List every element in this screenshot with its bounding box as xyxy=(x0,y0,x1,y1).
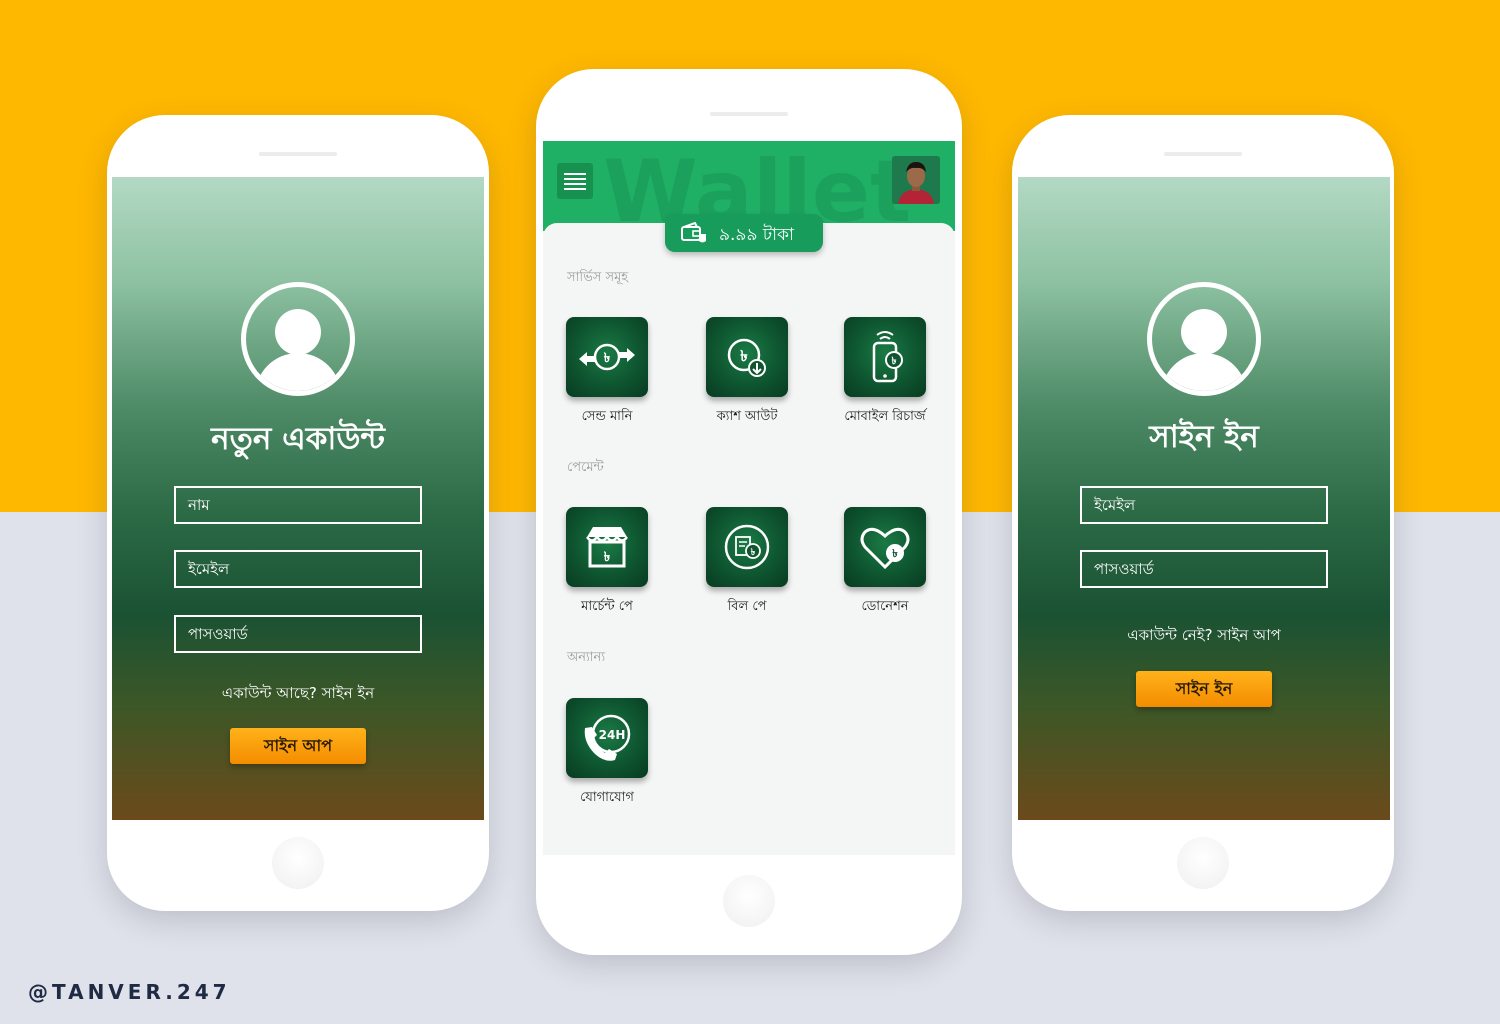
page-title: সাইন ইন xyxy=(1149,419,1259,455)
avatar-icon xyxy=(241,282,355,396)
service-label: ক্যাশ আউট xyxy=(716,409,778,424)
email-field[interactable]: ইমেইল xyxy=(174,550,422,588)
svg-text:৳: ৳ xyxy=(892,547,898,560)
signin-button[interactable]: সাইন ইন xyxy=(1136,671,1272,707)
section-label-payment: পেমেন্ট xyxy=(567,460,604,475)
phone-speaker xyxy=(710,112,788,116)
dashboard-screen: Wallet ৯.৯৯ টাকা সার্ভিস সমূহ ৳ সেন্ড মা… xyxy=(543,141,955,855)
signin-phone: সাইন ইন ইমেইল পাসওয়ার্ড একাউন্ট নেই? সা… xyxy=(1012,115,1394,911)
svg-text:৳: ৳ xyxy=(740,347,748,365)
signup-button[interactable]: সাইন আপ xyxy=(230,728,366,764)
phone-speaker xyxy=(259,152,337,156)
wallet-icon xyxy=(681,222,706,243)
signin-screen: সাইন ইন ইমেইল পাসওয়ার্ড একাউন্ট নেই? সা… xyxy=(1018,177,1390,820)
signin-link[interactable]: একাউন্ট আছে? সাইন ইন xyxy=(112,682,484,707)
balance-amount: ৯.৯৯ টাকা xyxy=(719,225,794,245)
svg-text:৳: ৳ xyxy=(751,548,756,558)
dashboard-phone: Wallet ৯.৯৯ টাকা সার্ভিস সমূহ ৳ সেন্ড মা… xyxy=(536,69,962,955)
service-label: মোবাইল রিচার্জ xyxy=(844,409,926,424)
service-label: সেন্ড মানি xyxy=(581,409,633,424)
svg-text:৳: ৳ xyxy=(892,356,897,367)
watermark: @TANVER.247 xyxy=(28,980,231,1004)
support-24h-badge: 24H xyxy=(599,728,626,742)
support-24h-icon: 24H xyxy=(584,714,631,761)
svg-text:৳: ৳ xyxy=(604,550,611,565)
bill-pay-icon: ৳ xyxy=(724,524,770,570)
service-label: বিল পে xyxy=(727,599,767,614)
donation-icon: ৳ xyxy=(860,527,910,570)
profile-avatar[interactable] xyxy=(892,156,940,204)
service-label: যোগাযোগ xyxy=(580,790,634,805)
page-title: নতুন একাউন্ট xyxy=(211,421,385,457)
merchant-pay-icon: ৳ xyxy=(585,527,629,568)
mobile-recharge-icon: ৳ xyxy=(872,331,903,383)
section-label-others: অন্যান্য xyxy=(567,650,606,665)
password-field[interactable]: পাসওয়ার্ড xyxy=(174,615,422,653)
cash-out-icon: ৳ xyxy=(727,338,766,377)
signup-link[interactable]: একাউন্ট নেই? সাইন আপ xyxy=(1018,624,1390,649)
signup-screen: নতুন একাউন্ট নাম ইমেইল পাসওয়ার্ড একাউন্… xyxy=(112,177,484,820)
svg-text:৳: ৳ xyxy=(604,351,611,366)
home-button xyxy=(272,837,324,889)
service-label: মার্চেন্ট পে xyxy=(581,599,633,614)
menu-icon[interactable] xyxy=(557,163,593,199)
send-money-icon: ৳ xyxy=(579,343,635,371)
name-field[interactable]: নাম xyxy=(174,486,422,524)
home-button xyxy=(1177,837,1229,889)
signup-phone: নতুন একাউন্ট নাম ইমেইল পাসওয়ার্ড একাউন্… xyxy=(107,115,489,911)
home-button xyxy=(723,875,775,927)
avatar-icon xyxy=(1147,282,1261,396)
service-label: ডোনেশন xyxy=(861,599,909,614)
phone-speaker xyxy=(1164,152,1242,156)
balance-badge[interactable]: ৯.৯৯ টাকা xyxy=(665,214,823,252)
password-field[interactable]: পাসওয়ার্ড xyxy=(1080,550,1328,588)
section-label-services: সার্ভিস সমূহ xyxy=(567,270,629,285)
email-field[interactable]: ইমেইল xyxy=(1080,486,1328,524)
